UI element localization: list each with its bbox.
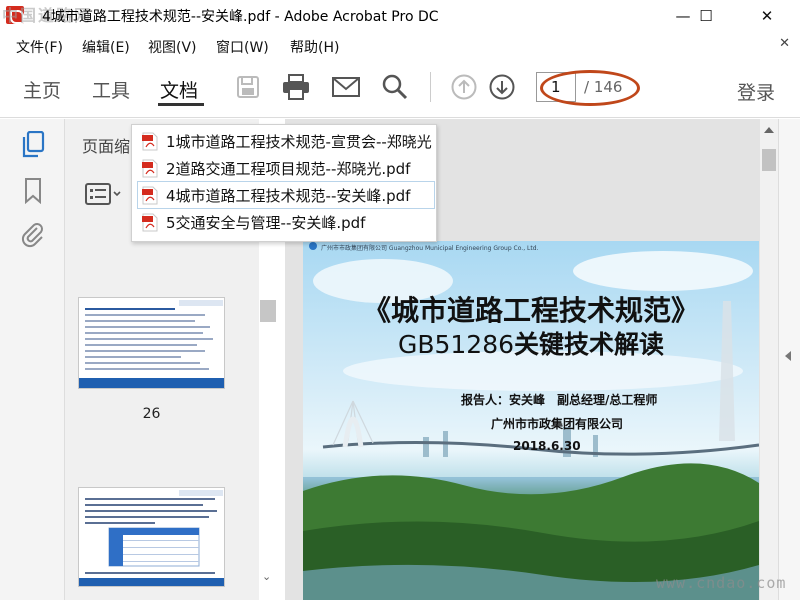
expand-right-panel-icon[interactable] — [785, 351, 791, 361]
toolbar: 主页 工具 文档 1 / 146 登录 — [0, 58, 800, 118]
page-down-icon[interactable] — [487, 72, 517, 102]
pdf-file-icon — [142, 186, 158, 205]
menu-help[interactable]: 帮助(H) — [290, 37, 339, 57]
tab-document[interactable]: 文档 — [160, 76, 198, 103]
window-title: 4城市道路工程技术规范--安关峰.pdf - Adobe Acrobat Pro… — [42, 9, 439, 25]
navigation-rail — [0, 119, 65, 600]
open-document-label: 4城市道路工程技术规范--安关峰.pdf — [166, 186, 411, 205]
page-slide: 广州市市政集团有限公司 Guangzhou Municipal Engineer… — [303, 241, 759, 600]
slide-date: 2018.6.30 — [513, 439, 581, 453]
thumbnail-options-button[interactable] — [85, 181, 123, 207]
open-document-item[interactable]: 1城市道路工程技术规范-宣贯会--郑晓光 — [138, 128, 434, 154]
thumbnail-page-number: 26 — [142, 406, 161, 422]
slide-subtitle: GB51286关键技术解读 — [303, 325, 759, 361]
mail-icon[interactable] — [331, 72, 361, 102]
tab-tools[interactable]: 工具 — [92, 76, 130, 103]
attachment-icon[interactable] — [20, 221, 46, 249]
page-up-icon[interactable] — [449, 72, 479, 102]
slide-title: 《城市道路工程技术规范》 — [362, 294, 699, 327]
slide-reporter: 报告人：安关峰 副总经理/总工程师 — [461, 393, 658, 407]
active-tab-indicator — [158, 103, 204, 106]
slide-company-logo-text: 广州市市政集团有限公司 Guangzhou Municipal Engineer… — [321, 245, 539, 252]
page-thumbnail-26[interactable] — [78, 297, 225, 389]
bookmark-icon[interactable] — [20, 177, 46, 205]
close-button[interactable]: ✕ — [744, 0, 790, 32]
document-close-icon[interactable]: ✕ — [779, 36, 790, 51]
menu-bar: 文件(F) 编辑(E) 视图(V) 窗口(W) 帮助(H) ✕ — [0, 32, 800, 58]
save-icon[interactable] — [233, 72, 263, 102]
page-thumbnails-icon[interactable] — [20, 131, 46, 159]
page-thumbnail-27[interactable] — [78, 487, 225, 587]
slide-subtitle-code: GB51286 — [397, 330, 515, 359]
open-document-item-current[interactable]: 4城市道路工程技术规范--安关峰.pdf — [137, 181, 435, 209]
document-scrollbar-thumb[interactable] — [762, 149, 776, 171]
menu-view[interactable]: 视图(V) — [148, 37, 197, 57]
open-documents-dropdown: 1城市道路工程技术规范-宣贯会--郑晓光 2道路交通工程项目规范--郑晓光.pd… — [131, 124, 437, 242]
login-button[interactable]: 登录 — [737, 78, 775, 105]
open-document-item[interactable]: 5交通安全与管理--安关峰.pdf — [138, 209, 434, 235]
pdf-file-icon — [142, 132, 158, 151]
title-bar: 中国道路网 4城市道路工程技术规范--安关峰.pdf - Adobe Acrob… — [0, 0, 800, 32]
document-scrollbar[interactable] — [760, 119, 778, 600]
thumbnails-scroll-down-icon[interactable]: ⌄ — [262, 570, 271, 583]
menu-window[interactable]: 窗口(W) — [216, 37, 269, 57]
open-document-item[interactable]: 2道路交通工程项目规范--郑晓光.pdf — [138, 155, 434, 181]
print-icon[interactable] — [281, 72, 311, 102]
right-panel-toggle[interactable] — [778, 119, 800, 600]
open-document-label: 1城市道路工程技术规范-宣贯会--郑晓光 — [166, 132, 432, 151]
scroll-up-icon[interactable] — [764, 127, 774, 133]
watermark-bottom-right: www.cndao.com — [656, 574, 787, 592]
open-document-label: 5交通安全与管理--安关峰.pdf — [166, 213, 366, 232]
search-icon[interactable] — [380, 72, 410, 102]
tab-home[interactable]: 主页 — [23, 76, 61, 103]
slide-subtitle-rest: 关键技术解读 — [514, 330, 665, 359]
pdf-file-icon — [142, 159, 158, 178]
annotation-ellipse — [540, 70, 640, 106]
pdf-file-icon — [142, 213, 158, 232]
toolbar-separator — [430, 72, 431, 102]
slide-organization: 广州市市政集团有限公司 — [491, 417, 624, 431]
thumbnails-scrollbar-thumb[interactable] — [260, 300, 276, 322]
menu-file[interactable]: 文件(F) — [16, 37, 63, 57]
maximize-button[interactable]: ☐ — [683, 0, 729, 32]
menu-edit[interactable]: 编辑(E) — [82, 37, 130, 57]
open-document-label: 2道路交通工程项目规范--郑晓光.pdf — [166, 159, 411, 178]
